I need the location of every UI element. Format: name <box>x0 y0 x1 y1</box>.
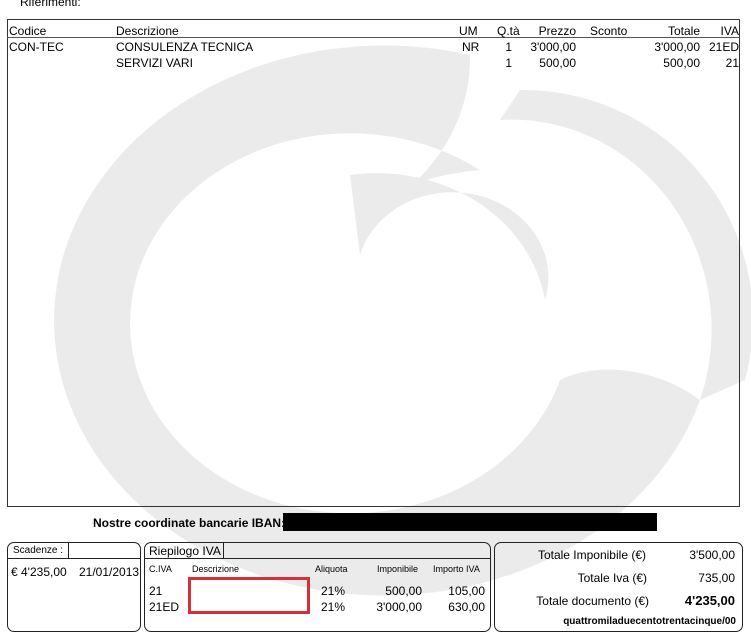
items-table <box>7 19 740 507</box>
col-descrizione: Descrizione <box>116 24 179 38</box>
iban-redacted <box>283 513 657 531</box>
col-codice: Codice <box>9 24 47 38</box>
row-2-prezzo: 500,00 <box>539 56 576 70</box>
totale-in-lettere: quattromiladuecentotrentacinque/00 <box>563 616 736 627</box>
riferimenti-label: Riferimenti: <box>20 0 81 9</box>
row-1-prezzo: 3'000,00 <box>530 40 576 54</box>
row-1-descrizione: CONSULENZA TECNICA <box>116 40 254 54</box>
totale-iva-value: 735,00 <box>698 571 735 585</box>
totale-iva-label: Totale Iva (€) <box>577 571 647 585</box>
row-2-totale: 500,00 <box>663 56 700 70</box>
row-1-qta: 1 <box>505 40 512 54</box>
iban-label: Nostre coordinate bancarie IBAN: <box>93 516 286 530</box>
row-1-iva: 21ED <box>708 40 739 54</box>
riepilogo-title-divider <box>223 542 224 558</box>
riepilogo-row-2-aliquota: 21% <box>321 600 346 614</box>
highlight-box <box>188 577 310 614</box>
riepilogo-row-2-importo-iva: 630,00 <box>448 600 485 614</box>
riepilogo-col-descrizione: Descrizione <box>192 564 240 574</box>
row-1-um: NR <box>462 40 480 54</box>
scadenza-data: 21/01/2013 <box>79 565 140 579</box>
totale-documento-label: Totale documento (€) <box>536 594 649 608</box>
col-um: UM <box>459 24 478 38</box>
scadenza-importo: € 4'235,00 <box>11 565 67 579</box>
riepilogo-row-1-aliquota: 21% <box>321 584 346 598</box>
col-sconto: Sconto <box>590 24 628 38</box>
riepilogo-col-aliquota: Aliquota <box>315 564 348 574</box>
totale-imponibile-label: Totale Imponibile (€) <box>537 548 646 562</box>
riepilogo-row-1-importo-iva: 105,00 <box>448 584 485 598</box>
row-2-iva: 21 <box>725 56 739 70</box>
row-2-descrizione: SERVIZI VARI <box>116 56 193 70</box>
row-1-codice: CON-TEC <box>9 40 64 54</box>
totale-documento-value: 4'235,00 <box>684 593 735 608</box>
riepilogo-col-imponibile: Imponibile <box>377 564 419 574</box>
riepilogo-title: Riepilogo IVA <box>149 544 221 558</box>
riepilogo-row-2-imponibile: 3'000,00 <box>376 600 422 614</box>
riepilogo-col-civa: C.IVA <box>149 564 172 574</box>
col-qta: Q.tà <box>497 24 520 38</box>
scadenze-title: Scadenze : <box>13 545 64 556</box>
riepilogo-row-1-civa: 21 <box>149 584 163 598</box>
riepilogo-divider <box>144 558 491 559</box>
scadenze-title-divider <box>68 542 69 558</box>
col-iva: IVA <box>720 24 739 38</box>
riepilogo-col-importo-iva: Importo IVA <box>433 564 480 574</box>
totale-imponibile-value: 3'500,00 <box>689 548 735 562</box>
col-prezzo: Prezzo <box>538 24 576 38</box>
row-1-totale: 3'000,00 <box>654 40 700 54</box>
col-totale: Totale <box>667 24 700 38</box>
riepilogo-row-2-civa: 21ED <box>149 600 180 614</box>
row-2-qta: 1 <box>505 56 512 70</box>
riepilogo-row-1-imponibile: 500,00 <box>385 584 422 598</box>
scadenze-divider <box>7 558 141 559</box>
